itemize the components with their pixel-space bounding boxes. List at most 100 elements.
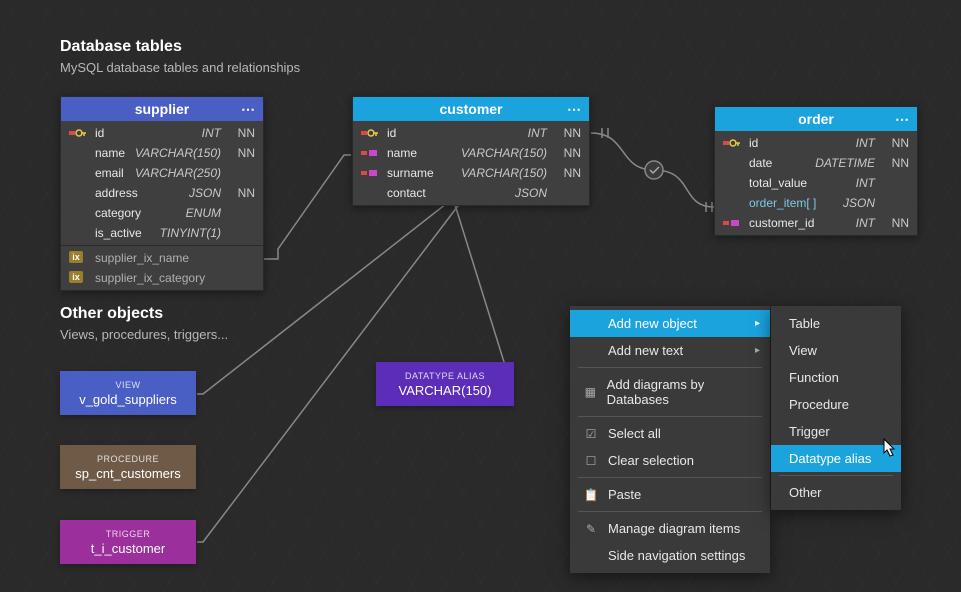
menu-item-add-new-text[interactable]: Add new text ▸ [570, 337, 770, 364]
menu-item-clear-selection[interactable]: ☐ Clear selection [570, 447, 770, 474]
column-nn: NN [885, 156, 909, 170]
submenu-item-table[interactable]: Table [771, 310, 901, 337]
tables-title: Database tables [60, 38, 300, 56]
column-type: JSON [843, 196, 881, 210]
primary-key-icon [361, 127, 379, 139]
column-type: INT [856, 176, 881, 190]
column-icon [69, 227, 87, 239]
foreign-key-icon [723, 217, 741, 229]
table-title: customer [439, 101, 502, 117]
column-row[interactable]: dateDATETIMENN [715, 153, 917, 173]
column-name: email [95, 166, 131, 180]
menu-item-paste[interactable]: 📋Paste [570, 481, 770, 508]
column-nn: NN [231, 126, 255, 140]
menu-item-add-diagrams-by-databases[interactable]: ▦Add diagrams by Databases [570, 371, 770, 413]
paste-icon: 📋 [582, 488, 600, 502]
column-type: TINYINT(1) [160, 226, 227, 240]
column-type: VARCHAR(250) [135, 166, 227, 180]
table-header-supplier[interactable]: supplier ⋯ [61, 97, 263, 121]
primary-key-icon [723, 137, 741, 149]
table-header-customer[interactable]: customer ⋯ [353, 97, 589, 121]
submenu-item-label: Function [783, 370, 839, 385]
submenu-item-other[interactable]: Other [771, 479, 901, 506]
submenu-item-view[interactable]: View [771, 337, 901, 364]
column-row[interactable]: idINTNN [353, 123, 589, 143]
pencil-icon: ✎ [582, 522, 600, 536]
column-nn: NN [885, 216, 909, 230]
table-customer[interactable]: customer ⋯ idINTNNnameVARCHAR(150)NNsurn… [352, 96, 590, 206]
supplier-columns: idINTNNnameVARCHAR(150)NN email VARCHAR(25… [61, 121, 263, 245]
column-row[interactable]: total_value INT [715, 173, 917, 193]
supplier-indexes: ixsupplier_ix_nameixsupplier_ix_category [61, 245, 263, 290]
table-menu-icon[interactable]: ⋯ [241, 101, 255, 118]
table-title: supplier [135, 101, 189, 117]
column-row[interactable]: email VARCHAR(250) [61, 163, 263, 183]
menu-item-label: Manage diagram items [608, 521, 740, 536]
submenu-item-procedure[interactable]: Procedure [771, 391, 901, 418]
object-datatype-alias[interactable]: DATATYPE ALIAS VARCHAR(150) [376, 362, 514, 406]
menu-separator [779, 475, 893, 476]
submenu-item-label: Trigger [783, 424, 830, 439]
column-icon [69, 187, 87, 199]
submenu-item-label: Procedure [783, 397, 849, 412]
menu-item-label: Add new text [608, 343, 683, 358]
column-name: id [749, 136, 852, 150]
table-title: order [798, 111, 834, 127]
table-supplier[interactable]: supplier ⋯ idINTNNnameVARCHAR(150)NNemai… [60, 96, 264, 291]
column-icon [69, 147, 87, 159]
table-menu-icon[interactable]: ⋯ [567, 101, 581, 118]
column-type: INT [528, 126, 553, 140]
column-nn: NN [231, 186, 255, 200]
object-trigger[interactable]: TRIGGER t_i_customer [60, 520, 196, 564]
menu-separator [578, 511, 762, 512]
column-row[interactable]: contactJSON [353, 183, 589, 203]
column-row[interactable]: nameVARCHAR(150)NN [61, 143, 263, 163]
menu-item-side-navigation-settings[interactable]: Side navigation settings [570, 542, 770, 569]
column-type: JSON [189, 186, 227, 200]
index-row[interactable]: ixsupplier_ix_name [61, 248, 263, 268]
column-row[interactable]: order_item[ ]JSON [715, 193, 917, 213]
submenu-item-function[interactable]: Function [771, 364, 901, 391]
menu-item-manage-diagram-items[interactable]: ✎ Manage diagram items [570, 515, 770, 542]
table-header-order[interactable]: order ⋯ [715, 107, 917, 131]
context-submenu[interactable]: TableView Function Procedure Trigger Datatyp… [771, 306, 901, 510]
column-name: total_value [749, 176, 852, 190]
table-order[interactable]: order ⋯ idINTNNdateDATETIMENNtotal_value… [714, 106, 918, 236]
column-nn: NN [557, 166, 581, 180]
column-row[interactable]: is_activeTINYINT(1) [61, 223, 263, 243]
object-view[interactable]: VIEW v_gold_suppliers [60, 371, 196, 415]
column-icon [723, 197, 741, 209]
view-name: v_gold_suppliers [79, 392, 177, 407]
column-name: customer_id [749, 216, 852, 230]
menu-item-add-new-object[interactable]: Add new object▸ [570, 310, 770, 337]
menu-separator [578, 367, 762, 368]
column-type: JSON [515, 186, 553, 200]
primary-key-icon [69, 127, 87, 139]
submenu-item-label: Other [783, 485, 822, 500]
foreign-key-icon [361, 147, 379, 159]
column-row[interactable]: nameVARCHAR(150)NN [353, 143, 589, 163]
column-row[interactable]: addressJSONNN [61, 183, 263, 203]
index-row[interactable]: ixsupplier_ix_category [61, 268, 263, 288]
order-columns: idINTNNdateDATETIMENNtotal_valueINTorder… [715, 131, 917, 235]
menu-separator [578, 416, 762, 417]
object-procedure[interactable]: PROCEDURE sp_cnt_customers [60, 445, 196, 489]
column-row[interactable]: idINTNN [715, 133, 917, 153]
submenu-item-trigger[interactable]: Trigger [771, 418, 901, 445]
menu-item-label: Add diagrams by Databases [607, 377, 758, 407]
column-row[interactable]: customer_id INT NN [715, 213, 917, 233]
column-row[interactable]: surnameVARCHAR(150)NN [353, 163, 589, 183]
menu-item-label: Clear selection [608, 453, 694, 468]
column-row[interactable]: categoryENUM [61, 203, 263, 223]
submenu-arrow-icon: ▸ [755, 345, 760, 356]
other-section-header: Other objects Views, procedures, trigger… [60, 305, 228, 342]
column-type: INT [856, 216, 881, 230]
column-row[interactable]: idINTNN [61, 123, 263, 143]
menu-item-select-all[interactable]: ☑Select all [570, 420, 770, 447]
index-name: supplier_ix_name [95, 251, 255, 265]
context-menu[interactable]: Add new object▸ Add new text ▸ ▦Add diagram… [570, 306, 770, 573]
table-menu-icon[interactable]: ⋯ [895, 111, 909, 128]
submenu-item-datatype-alias[interactable]: Datatype alias [771, 445, 901, 472]
menu-item-label: Select all [608, 426, 661, 441]
square-icon: ☐ [582, 454, 600, 468]
